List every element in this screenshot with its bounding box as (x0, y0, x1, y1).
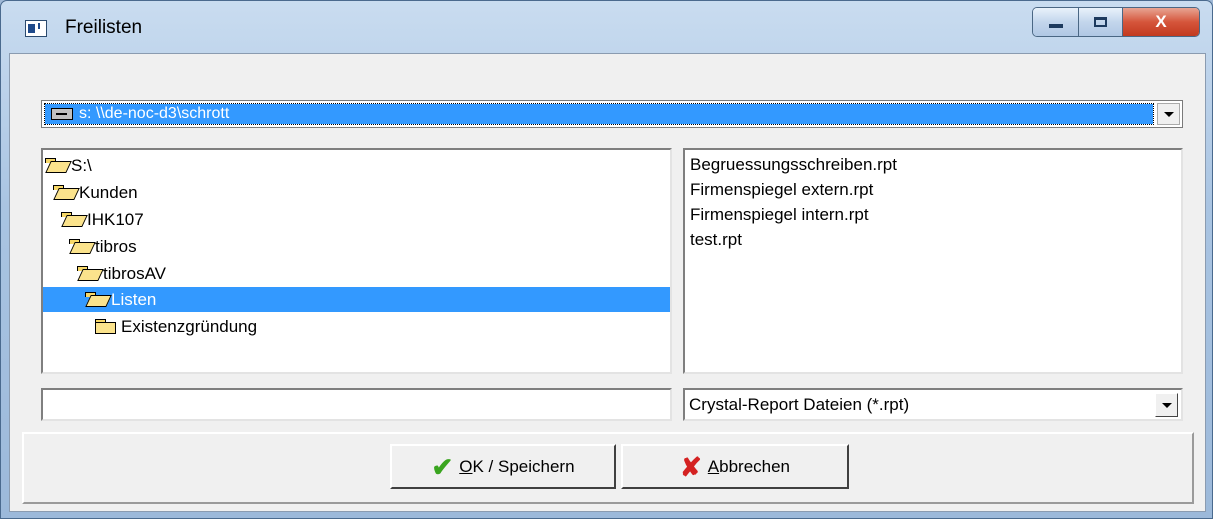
cancel-button[interactable]: ✘ Abbrechen (621, 444, 849, 489)
file-type-value: Crystal-Report Dateien (*.rpt) (689, 395, 910, 414)
dialog-client-area: s: \\de-noc-d3\schrott S:\ Kunden IHK107… (9, 53, 1206, 512)
network-drive-icon (51, 108, 73, 120)
cancel-accelerator: A (707, 456, 720, 476)
chevron-down-icon (1161, 402, 1172, 408)
directory-label: tibrosAV (103, 263, 166, 283)
directory-label: S:\ (71, 155, 92, 175)
app-icon[interactable] (25, 20, 47, 37)
directory-item-selected[interactable]: Listen (43, 287, 670, 312)
open-folder-icon (69, 239, 90, 254)
button-panel: ✔ OK / Speichern ✘ Abbrechen (22, 432, 1194, 504)
cross-icon: ✘ (679, 451, 702, 482)
chevron-down-icon (1163, 111, 1174, 117)
directory-item[interactable]: IHK107 (43, 207, 670, 232)
file-item[interactable]: Firmenspiegel intern.rpt (690, 202, 869, 227)
file-item[interactable]: test.rpt (690, 227, 742, 252)
maximize-button[interactable] (1079, 8, 1123, 36)
drive-select-value: s: \\de-noc-d3\schrott (44, 103, 1154, 125)
directory-label: IHK107 (87, 209, 144, 229)
drive-dropdown-button[interactable] (1157, 103, 1180, 125)
open-folder-icon (77, 266, 98, 281)
directory-list[interactable]: S:\ Kunden IHK107 tibros tibrosAV Listen (41, 148, 672, 374)
file-type-select[interactable]: Crystal-Report Dateien (*.rpt) (683, 388, 1183, 421)
file-type-dropdown-button[interactable] (1155, 393, 1178, 417)
file-item[interactable]: Firmenspiegel extern.rpt (690, 177, 873, 202)
directory-item[interactable]: Existenzgründung (43, 314, 670, 339)
window-title: Freilisten (65, 17, 143, 38)
directory-item[interactable]: S:\ (43, 153, 670, 178)
file-list[interactable]: Begruessungsschreiben.rpt Firmenspiegel … (683, 148, 1183, 374)
ok-accelerator: O (459, 456, 473, 476)
directory-label: Kunden (79, 182, 138, 202)
drive-select[interactable]: s: \\de-noc-d3\schrott (41, 100, 1183, 128)
ok-save-button[interactable]: ✔ OK / Speichern (390, 444, 616, 489)
directory-label: tibros (95, 236, 137, 256)
directory-label: Existenzgründung (121, 316, 258, 336)
directory-item[interactable]: tibros (43, 234, 670, 259)
folder-icon (95, 319, 116, 334)
ok-label: K / Speichern (472, 456, 575, 476)
drive-path: s: \\de-noc-d3\schrott (79, 105, 230, 122)
dialog-window: Freilisten X s: \\de-noc-d3\schrott S:\ … (0, 0, 1213, 519)
minimize-button[interactable] (1033, 8, 1079, 36)
open-folder-icon (61, 212, 82, 227)
open-folder-icon (85, 292, 106, 307)
directory-label: Listen (111, 289, 157, 309)
minimize-icon (1048, 24, 1063, 28)
file-item[interactable]: Begruessungsschreiben.rpt (690, 152, 897, 177)
open-folder-icon (53, 185, 74, 200)
filename-input[interactable] (41, 388, 672, 421)
cancel-label: bbrechen (719, 456, 791, 476)
close-button[interactable]: X (1123, 8, 1199, 36)
checkmark-icon: ✔ (431, 451, 454, 482)
close-icon: X (1155, 12, 1167, 31)
maximize-icon (1094, 17, 1107, 27)
title-bar[interactable]: Freilisten X (1, 1, 1212, 53)
directory-item[interactable]: Kunden (43, 180, 670, 205)
directory-item[interactable]: tibrosAV (43, 261, 670, 286)
open-folder-icon (45, 158, 66, 173)
caption-buttons: X (1032, 7, 1200, 37)
